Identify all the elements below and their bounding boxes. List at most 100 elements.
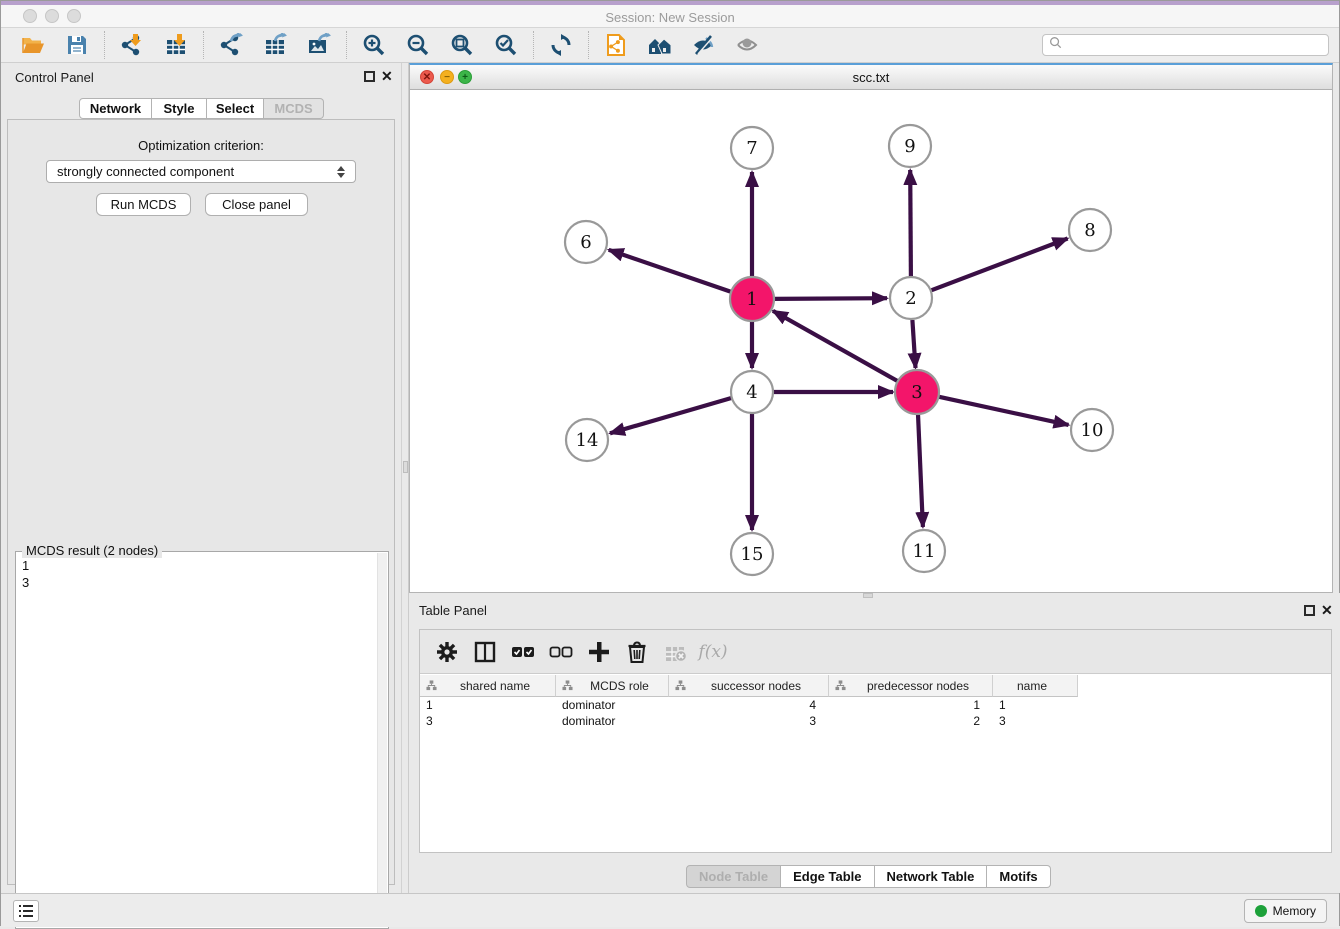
node-3[interactable]: 3	[895, 370, 939, 414]
titlebar: Session: New Session	[1, 5, 1339, 28]
first-neighbors-icon[interactable]	[647, 32, 673, 58]
task-history-button[interactable]	[13, 900, 39, 922]
table-panel-tabs: Node TableEdge TableNetwork TableMotifs	[686, 865, 1051, 888]
table-cell[interactable]: 3	[669, 713, 829, 729]
tab-network[interactable]: Network	[79, 98, 152, 119]
network-canvas[interactable]: 7 9 6 8 1 2 4 3 14 10 15 11	[410, 90, 1332, 592]
column-panes-icon[interactable]	[472, 639, 498, 665]
node-14[interactable]: 14	[566, 419, 608, 461]
node-7[interactable]: 7	[731, 127, 773, 169]
edge-2-9[interactable]	[910, 170, 911, 276]
hide-graphics-details-icon[interactable]	[691, 32, 717, 58]
close-panel-icon[interactable]: ✕	[1321, 602, 1333, 619]
criterion-value: strongly connected component	[57, 164, 234, 179]
splitter-handle[interactable]	[863, 593, 873, 598]
network-graph[interactable]: 7 9 6 8 1 2 4 3 14 10 15 11	[410, 90, 1332, 592]
gear-icon[interactable]	[434, 639, 460, 665]
table-cell[interactable]: 1	[829, 697, 993, 713]
node-1[interactable]: 1	[730, 277, 774, 321]
column-header-MCDS-role[interactable]: MCDS role	[556, 675, 669, 697]
refresh-icon[interactable]	[548, 32, 574, 58]
float-panel-icon[interactable]	[1304, 605, 1315, 616]
mcds-result-text[interactable]: 13	[17, 553, 377, 927]
tab-edge-table[interactable]: Edge Table	[781, 865, 874, 888]
float-panel-icon[interactable]	[364, 71, 375, 82]
import-table-icon[interactable]	[163, 32, 189, 58]
edge-1-6[interactable]	[609, 250, 732, 292]
table-cell[interactable]: dominator	[556, 713, 669, 729]
column-header-successor-nodes[interactable]: successor nodes	[669, 675, 829, 697]
edge-2-3[interactable]	[912, 320, 915, 368]
table-header-row: shared nameMCDS rolesuccessor nodesprede…	[420, 675, 1331, 697]
zoom-in-icon[interactable]	[361, 32, 387, 58]
column-header-shared-name[interactable]: shared name	[420, 675, 556, 697]
search-input[interactable]	[1067, 38, 1322, 52]
fx-icon: f(x)	[700, 639, 726, 665]
zoom-out-icon[interactable]	[405, 32, 431, 58]
column-header-name[interactable]: name	[993, 675, 1078, 697]
edge-1-2[interactable]	[774, 298, 887, 299]
run-mcds-button[interactable]: Run MCDS	[96, 193, 191, 216]
node-table-container: f(x) shared nameMCDS rolesuccessor nodes…	[419, 629, 1332, 853]
tab-node-table[interactable]: Node Table	[686, 865, 781, 888]
edge-2-8[interactable]	[932, 239, 1068, 291]
select-all-icon[interactable]	[510, 639, 536, 665]
export-image-icon[interactable]	[306, 32, 332, 58]
vertical-splitter[interactable]	[401, 63, 409, 893]
search-field[interactable]	[1042, 34, 1329, 56]
node-label: 9	[904, 136, 915, 157]
import-network-icon[interactable]	[119, 32, 145, 58]
node-11[interactable]: 11	[903, 530, 945, 572]
edge-4-14[interactable]	[610, 398, 731, 433]
edge-3-10[interactable]	[939, 397, 1069, 425]
table-cell[interactable]: 3	[420, 713, 556, 729]
optimization-criterion-select[interactable]: strongly connected component	[46, 160, 356, 183]
control-panel-header: Control Panel ✕	[1, 63, 401, 91]
delete-table-icon[interactable]	[662, 639, 688, 665]
table-cell[interactable]: 1	[993, 697, 1078, 713]
open-icon[interactable]	[20, 32, 46, 58]
show-graphics-details-icon[interactable]	[735, 32, 761, 58]
new-network-from-selection-icon[interactable]	[603, 32, 629, 58]
toolbar-separator	[533, 31, 534, 59]
delete-icon[interactable]	[624, 639, 650, 665]
table-cell[interactable]: 2	[829, 713, 993, 729]
zoom-fit-icon[interactable]	[449, 32, 475, 58]
table-cell[interactable]: dominator	[556, 697, 669, 713]
tab-style[interactable]: Style	[152, 98, 207, 119]
splitter-handle[interactable]	[403, 461, 408, 473]
node-15[interactable]: 15	[731, 533, 773, 575]
result-scrollbar[interactable]	[377, 553, 387, 927]
node-6[interactable]: 6	[565, 221, 607, 263]
close-panel-icon[interactable]: ✕	[381, 68, 393, 85]
zoom-selected-icon[interactable]	[493, 32, 519, 58]
export-table-icon[interactable]	[262, 32, 288, 58]
add-icon[interactable]	[586, 639, 612, 665]
column-header-predecessor-nodes[interactable]: predecessor nodes	[829, 675, 993, 697]
table-row[interactable]: 1dominator411	[420, 697, 1331, 713]
tab-mcds[interactable]: MCDS	[264, 98, 324, 119]
save-icon[interactable]	[64, 32, 90, 58]
table-cell[interactable]: 4	[669, 697, 829, 713]
control-panel-title: Control Panel	[15, 70, 94, 85]
node-10[interactable]: 10	[1071, 409, 1113, 451]
node-4[interactable]: 4	[731, 371, 773, 413]
deselect-all-icon[interactable]	[548, 639, 574, 665]
tab-network-table[interactable]: Network Table	[875, 865, 988, 888]
edge-3-11[interactable]	[918, 414, 923, 527]
memory-button[interactable]: Memory	[1244, 899, 1327, 923]
close-panel-button[interactable]: Close panel	[205, 193, 308, 216]
table-row[interactable]: 3dominator323	[420, 713, 1331, 729]
node-9[interactable]: 9	[889, 125, 931, 167]
node-8[interactable]: 8	[1069, 209, 1111, 251]
table-cell[interactable]: 1	[420, 697, 556, 713]
table-cell[interactable]: 3	[993, 713, 1078, 729]
application-window: Session: New Session Control Panel ✕ Net…	[0, 0, 1340, 926]
tab-select[interactable]: Select	[207, 98, 264, 119]
edge-3-1[interactable]	[773, 311, 898, 381]
node-2[interactable]: 2	[890, 277, 932, 319]
network-window-titlebar[interactable]: ✕ − + scc.txt	[410, 65, 1332, 90]
search-icon	[1049, 36, 1062, 54]
tab-motifs[interactable]: Motifs	[987, 865, 1050, 888]
export-network-icon[interactable]	[218, 32, 244, 58]
